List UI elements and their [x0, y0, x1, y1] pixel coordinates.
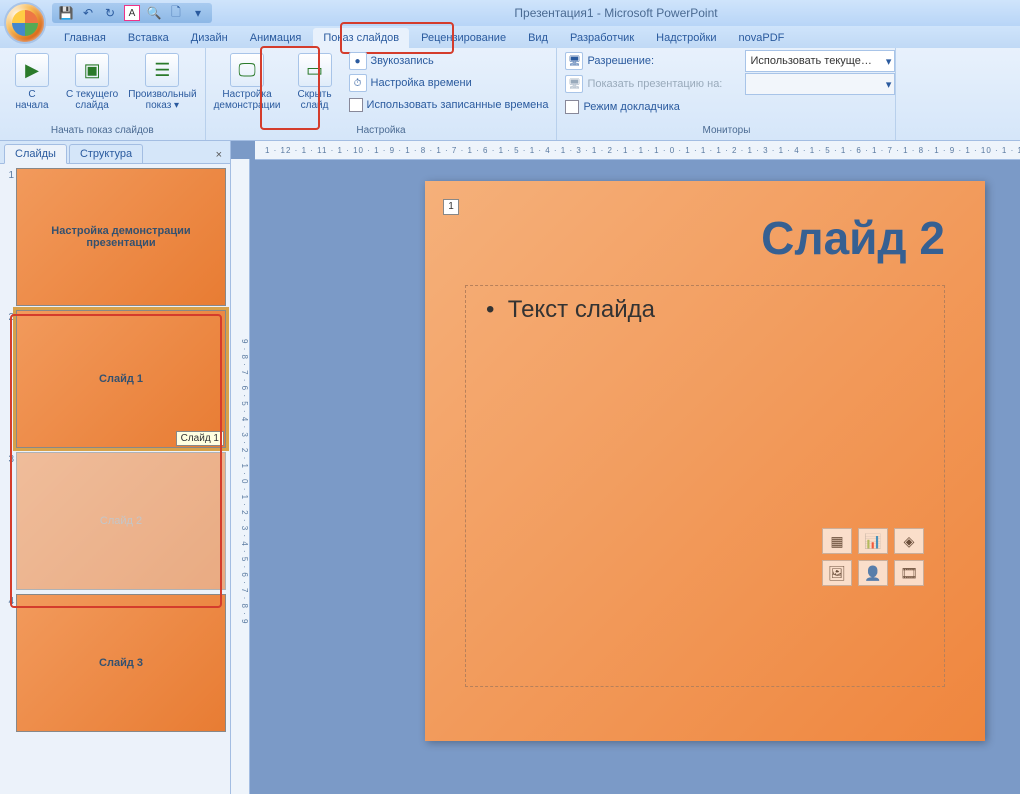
thumbnail-list: 1 Настройка демонстрации презентации 2 С…: [0, 164, 230, 794]
play-current-icon: ▣: [75, 53, 109, 87]
show-on-dropdown: [745, 73, 895, 95]
main-area: Слайды Структура × 1 Настройка демонстра…: [0, 141, 1020, 794]
slide-body[interactable]: • Текст слайда ▦ 📊 ◈ 🖼 👤 🎞: [465, 285, 945, 687]
tab-design[interactable]: Дизайн: [181, 28, 238, 48]
smartart-icon[interactable]: ◈: [894, 528, 924, 554]
resolution-dropdown[interactable]: Использовать текуще…: [745, 50, 895, 72]
hide-slide-icon: ▭: [298, 53, 332, 87]
media-icon[interactable]: 🎞: [894, 560, 924, 586]
setup-show-button[interactable]: 🖵 Настройкадемонстрации: [210, 50, 285, 114]
from-beginning-button[interactable]: ▶ Сначала: [4, 50, 60, 114]
group-monitors: 🖥 Разрешение: Использовать текуще… 🖥 Пок…: [557, 48, 896, 140]
vertical-ruler: 9 · 8 · 7 · 6 · 5 · 4 · 3 · 2 · 1 · 0 · …: [231, 159, 250, 794]
content-placeholder-icons: ▦ 📊 ◈ 🖼 👤 🎞: [822, 528, 924, 586]
horizontal-ruler: 1 · 12 · 1 · 11 · 1 · 10 · 1 · 9 · 1 · 8…: [255, 141, 1020, 160]
group-start-label: Начать показ слайдов: [4, 125, 201, 139]
play-icon: ▶: [15, 53, 49, 87]
custom-show-button[interactable]: ☰ Произвольныйпоказ ▾: [124, 50, 200, 114]
thumbnail-row[interactable]: 2 Слайд 1 Слайд 1: [4, 310, 226, 448]
ribbon-tabs: Главная Вставка Дизайн Анимация Показ сл…: [0, 26, 1020, 48]
save-icon[interactable]: 💾: [58, 5, 74, 21]
monitor-icon: 🖥: [565, 52, 583, 70]
tab-developer[interactable]: Разработчик: [560, 28, 644, 48]
record-narration-button[interactable]: ●Звукозапись: [345, 50, 553, 72]
group-start: ▶ Сначала ▣ С текущегослайда ☰ Произволь…: [0, 48, 206, 140]
tab-view[interactable]: Вид: [518, 28, 558, 48]
clipart-icon[interactable]: 👤: [858, 560, 888, 586]
use-recorded-times-checkbox[interactable]: Использовать записанные времена: [345, 94, 553, 116]
new-icon[interactable]: 🗋: [168, 5, 184, 21]
tab-animation[interactable]: Анимация: [240, 28, 312, 48]
redo-icon[interactable]: ↻: [102, 5, 118, 21]
thumbnail-row[interactable]: 3 Слайд 2: [4, 452, 226, 590]
from-current-button[interactable]: ▣ С текущегослайда: [62, 50, 122, 114]
qat-more-icon[interactable]: ▾: [190, 5, 206, 21]
group-setup: 🖵 Настройкадемонстрации ▭ Скрытьслайд ●З…: [206, 48, 558, 140]
resolution-label: Разрешение:: [587, 55, 654, 67]
monitor2-icon: 🖥: [565, 75, 583, 93]
slide-bullet[interactable]: • Текст слайда: [486, 296, 924, 324]
title-bar: 💾 ↶ ↻ A 🔍 🗋 ▾ Презентация1 - Microsoft P…: [0, 0, 1020, 26]
slide-title[interactable]: Слайд 2: [465, 211, 945, 265]
select-icon[interactable]: A: [124, 5, 140, 21]
thumbnail-row[interactable]: 4 Слайд 3: [4, 594, 226, 732]
setup-icon: 🖵: [230, 53, 264, 87]
ribbon: ▶ Сначала ▣ С текущегослайда ☰ Произволь…: [0, 48, 1020, 141]
mic-icon: ●: [349, 52, 367, 70]
thumbnail-tooltip: Слайд 1: [176, 431, 224, 446]
office-button[interactable]: [4, 2, 46, 44]
tab-slideshow[interactable]: Показ слайдов: [313, 28, 409, 48]
picture-icon[interactable]: 🖼: [822, 560, 852, 586]
slide-panel: Слайды Структура × 1 Настройка демонстра…: [0, 141, 231, 794]
group-setup-label: Настройка: [210, 125, 553, 139]
editor-area: 1 · 12 · 1 · 11 · 1 · 10 · 1 · 9 · 1 · 8…: [231, 141, 1020, 794]
hide-slide-button[interactable]: ▭ Скрытьслайд: [287, 50, 343, 114]
close-pane-icon[interactable]: ×: [214, 147, 224, 163]
undo-icon[interactable]: ↶: [80, 5, 96, 21]
checkbox-icon: [565, 100, 579, 114]
app-title: Презентация1 - Microsoft PowerPoint: [212, 6, 1020, 20]
group-monitors-label: Мониторы: [561, 125, 891, 139]
outline-pane-tab[interactable]: Структура: [69, 144, 143, 163]
checkbox-icon: [349, 98, 363, 112]
tab-addins[interactable]: Надстройки: [646, 28, 726, 48]
slide-canvas[interactable]: 1 Слайд 2 • Текст слайда ▦ 📊 ◈ 🖼 👤 🎞: [425, 181, 985, 741]
custom-show-icon: ☰: [145, 53, 179, 87]
table-icon[interactable]: ▦: [822, 528, 852, 554]
tab-home[interactable]: Главная: [54, 28, 116, 48]
rehearse-timings-button[interactable]: ⏱Настройка времени: [345, 72, 553, 94]
show-on-label: Показать презентацию на:: [587, 78, 722, 90]
page-number: 1: [443, 199, 459, 215]
presenter-view-checkbox[interactable]: Режим докладчика: [561, 96, 683, 118]
slides-pane-tab[interactable]: Слайды: [4, 144, 67, 164]
clock-icon: ⏱: [349, 74, 367, 92]
chart-icon[interactable]: 📊: [858, 528, 888, 554]
tab-insert[interactable]: Вставка: [118, 28, 179, 48]
tab-novapdf[interactable]: novaPDF: [729, 28, 795, 48]
quick-access-toolbar: 💾 ↶ ↻ A 🔍 🗋 ▾: [52, 3, 212, 23]
tab-review[interactable]: Рецензирование: [411, 28, 516, 48]
preview-icon[interactable]: 🔍: [146, 5, 162, 21]
thumbnail-row[interactable]: 1 Настройка демонстрации презентации: [4, 168, 226, 306]
